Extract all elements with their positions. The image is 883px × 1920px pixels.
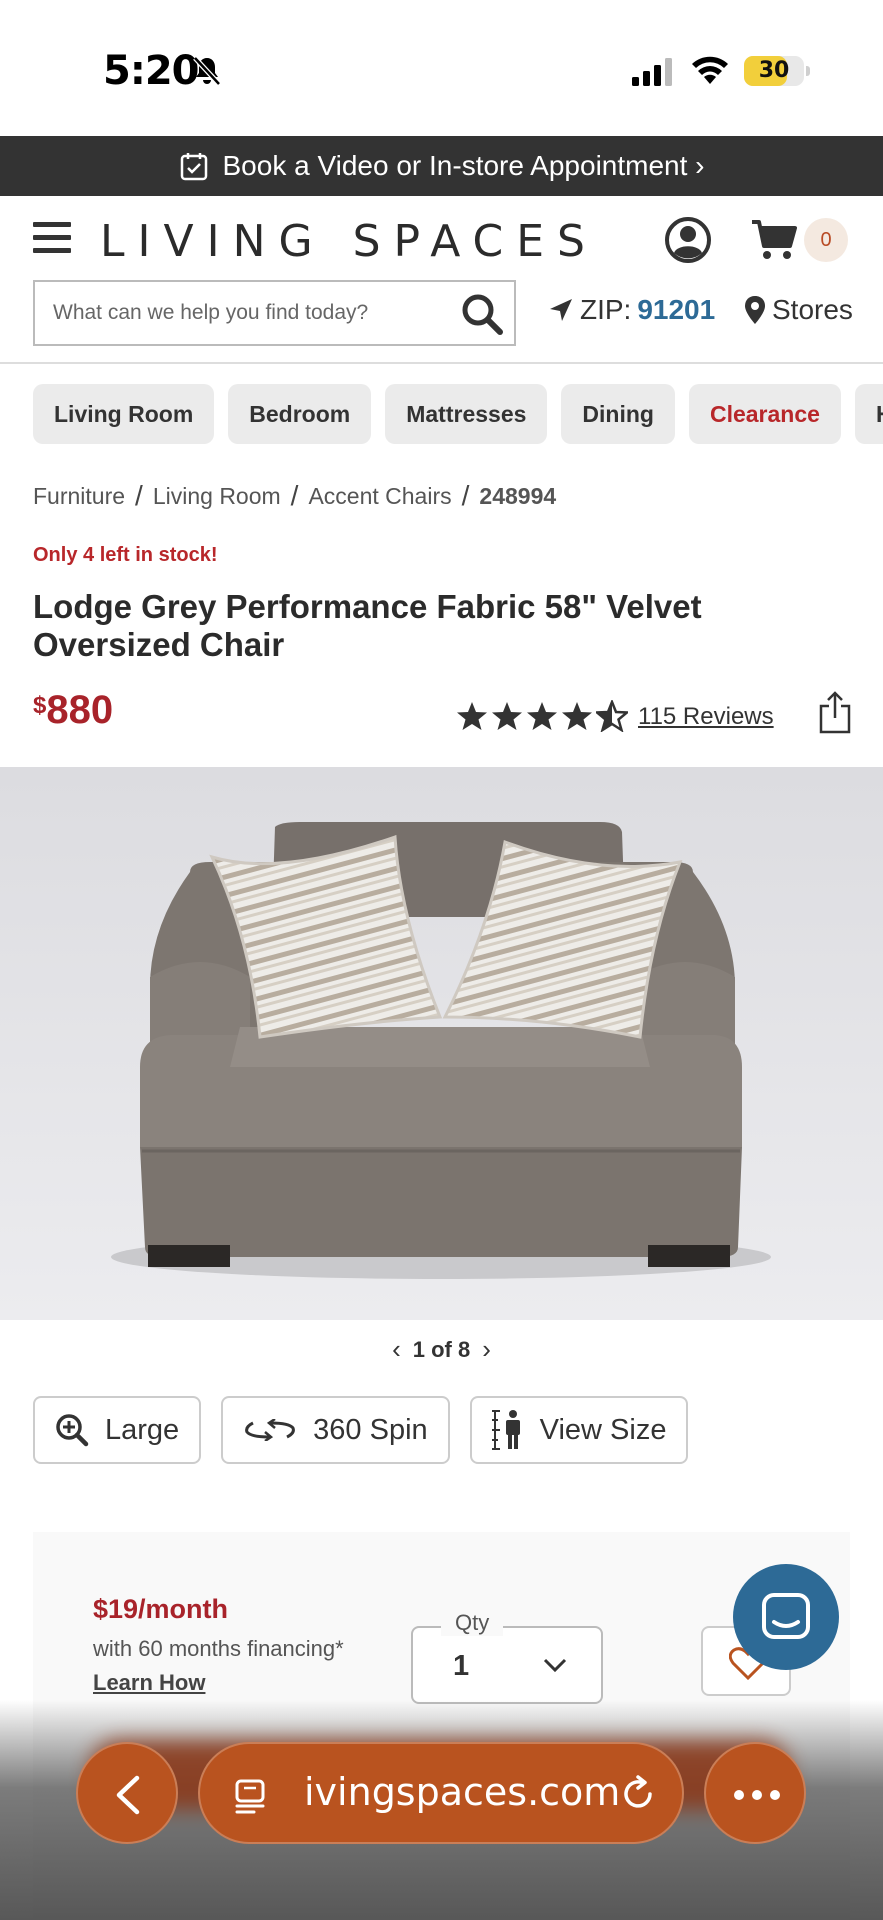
battery-tip xyxy=(806,66,810,76)
appointment-banner-text: Book a Video or In-store Appointment › xyxy=(222,150,705,181)
breadcrumb-furniture[interactable]: Furniture xyxy=(33,483,125,510)
zoom-icon xyxy=(56,1414,89,1447)
breadcrumb-living-room[interactable]: Living Room xyxy=(153,483,281,510)
price-value: 880 xyxy=(46,688,114,732)
cart-icon[interactable] xyxy=(750,218,798,262)
view-size-button[interactable]: View Size xyxy=(469,1396,689,1464)
breadcrumb-separator: / xyxy=(290,480,299,511)
account-icon[interactable] xyxy=(664,216,712,264)
star-icon xyxy=(457,702,487,730)
prev-image-icon[interactable]: ‹ xyxy=(392,1334,401,1365)
image-pager: ‹ 1 of 8 › xyxy=(0,1334,883,1365)
browser-more-button[interactable] xyxy=(704,1742,806,1844)
large-view-label: Large xyxy=(105,1413,180,1446)
product-page: 5:20 30 Book a Video or In-store Appoint… xyxy=(0,0,883,1920)
search-icon[interactable] xyxy=(460,292,504,336)
chat-button[interactable] xyxy=(733,1564,839,1670)
zip-value[interactable]: 91201 xyxy=(637,294,715,326)
search-box xyxy=(33,280,516,346)
category-home[interactable]: Hom xyxy=(854,384,883,444)
stores-label: Stores xyxy=(772,294,853,325)
rating-stars[interactable] xyxy=(456,700,631,732)
tabs-icon xyxy=(235,1779,265,1814)
stock-notice: Only 4 left in stock! xyxy=(33,544,218,566)
breadcrumb-sku: 248994 xyxy=(479,482,557,509)
site-logo[interactable]: LIVING SPACES xyxy=(100,216,598,267)
map-pin-icon xyxy=(745,296,765,324)
star-half-icon xyxy=(596,700,628,732)
product-title: Lodge Grey Performance Fabric 58" Velvet… xyxy=(33,588,702,663)
zip-label: ZIP: xyxy=(580,294,632,325)
price-currency: $ xyxy=(33,692,47,719)
chair-illustration xyxy=(0,767,883,1320)
wifi-icon xyxy=(692,56,728,84)
quantity-select[interactable]: Qty 1 xyxy=(411,1610,603,1704)
star-icon xyxy=(492,702,522,730)
category-mattresses[interactable]: Mattresses xyxy=(385,384,548,444)
star-icon xyxy=(562,702,592,730)
zip-selector[interactable]: ZIP: 91201 xyxy=(548,294,715,326)
breadcrumb-accent-chairs[interactable]: Accent Chairs xyxy=(308,483,451,510)
spin-icon xyxy=(245,1419,296,1441)
breadcrumb-separator: / xyxy=(461,480,470,511)
stores-link[interactable]: Stores xyxy=(744,294,853,326)
view-size-label: View Size xyxy=(539,1413,667,1446)
browser-back-button[interactable] xyxy=(76,1742,178,1844)
person-size-icon xyxy=(491,1410,520,1450)
reload-icon[interactable] xyxy=(618,1774,658,1814)
breadcrumb-separator: / xyxy=(135,480,143,511)
category-living-room[interactable]: Living Room xyxy=(33,384,215,444)
more-icon xyxy=(734,1790,780,1800)
calendar-check-icon xyxy=(180,153,207,181)
signal-icon xyxy=(632,58,672,86)
qty-label: Qty xyxy=(441,1610,504,1636)
category-nav: Living Room Bedroom Mattresses Dining Cleara… xyxy=(33,384,883,444)
image-counter: 1 of 8 xyxy=(412,1336,471,1362)
large-view-button[interactable]: Large xyxy=(33,1396,202,1464)
product-image[interactable] xyxy=(0,767,883,1320)
search-input[interactable] xyxy=(53,282,443,344)
category-bedroom[interactable]: Bedroom xyxy=(228,384,372,444)
hamburger-icon[interactable] xyxy=(33,222,71,254)
star-icon xyxy=(527,702,557,730)
location-arrow-icon xyxy=(550,299,572,321)
product-price: $880 xyxy=(33,688,113,733)
browser-url: ivingspaces.com xyxy=(304,1770,621,1814)
category-clearance[interactable]: Clearance xyxy=(688,384,841,444)
category-dining[interactable]: Dining xyxy=(561,384,675,444)
breadcrumb: Furniture / Living Room / Accent Chairs … xyxy=(33,480,556,512)
financing-amount: $19/month xyxy=(93,1594,229,1624)
back-icon xyxy=(116,1775,140,1815)
cart-count-badge[interactable]: 0 xyxy=(804,218,848,262)
media-buttons: Large 360 Spin View Size xyxy=(33,1396,708,1464)
status-bar: 5:20 30 xyxy=(0,0,883,136)
chat-icon xyxy=(762,1593,810,1639)
share-icon[interactable] xyxy=(818,690,852,734)
browser-address-bar[interactable]: ivingspaces.com xyxy=(198,1742,684,1844)
spin-360-button[interactable]: 360 Spin xyxy=(221,1396,450,1464)
bell-slash-icon xyxy=(193,56,221,86)
financing-terms: with 60 months financing* xyxy=(93,1636,344,1661)
learn-how-link[interactable]: Learn How xyxy=(93,1670,205,1696)
status-time: 5:20 xyxy=(103,48,199,94)
next-image-icon[interactable]: › xyxy=(482,1334,491,1365)
spin-360-label: 360 Spin xyxy=(313,1413,428,1446)
site-header: LIVING SPACES 0 ZIP: 91201 xyxy=(0,196,883,364)
reviews-link[interactable]: 115 Reviews xyxy=(638,703,774,731)
appointment-banner[interactable]: Book a Video or In-store Appointment › xyxy=(0,136,883,196)
qty-value: 1 xyxy=(453,1650,470,1682)
battery-indicator: 30 xyxy=(744,56,804,86)
chevron-down-icon xyxy=(543,1658,567,1673)
battery-text: 30 xyxy=(758,58,790,83)
